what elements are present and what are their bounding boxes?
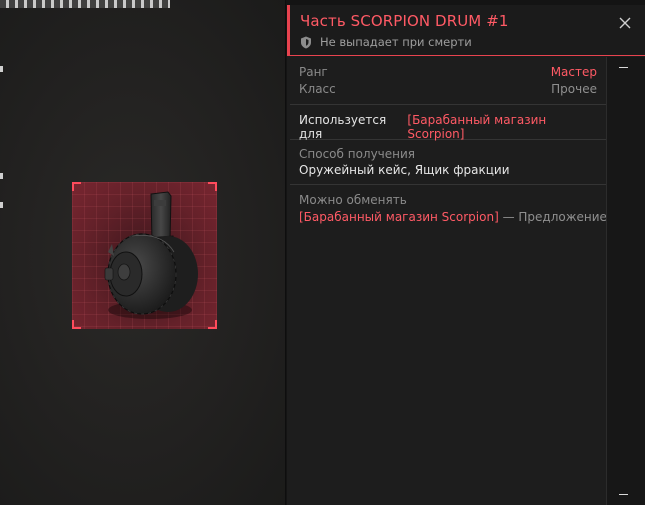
edge-tick — [0, 173, 3, 179]
death-drop-note: Не выпадает при смерти — [300, 35, 472, 49]
close-icon[interactable] — [617, 15, 633, 31]
stats-section: Ранг Мастер Класс Прочее — [290, 57, 606, 105]
exchange-section: Можно обменять [Барабанный магазин Scorp… — [290, 185, 628, 225]
used-for-link[interactable]: [Барабанный магазин Scorpion] — [407, 113, 597, 141]
death-drop-text: Не выпадает при смерти — [320, 35, 472, 49]
edge-tick — [0, 66, 3, 72]
obtain-label: Способ получения — [299, 147, 416, 161]
class-label: Класс — [299, 82, 336, 96]
item-preview-pane — [0, 0, 286, 505]
scroll-top-marker — [619, 67, 628, 68]
exchange-line: [Барабанный магазин Scorpion] — Предложе… — [299, 209, 628, 225]
item-title: Часть SCORPION DRUM #1 — [300, 12, 509, 30]
rank-value: Мастер — [550, 65, 597, 79]
used-for-label: Используется для — [299, 113, 387, 141]
background-text-strip — [0, 0, 170, 8]
slot-corner — [72, 320, 81, 329]
slot-corner — [208, 182, 217, 191]
obtain-value: Оружейный кейс, Ящик фракции — [299, 163, 510, 177]
class-row: Класс Прочее — [299, 81, 597, 98]
edge-tick — [0, 202, 3, 208]
item-header: Часть SCORPION DRUM #1 Не выпадает при с… — [287, 5, 645, 56]
used-for-row: Используется для [Барабанный магазин Sco… — [299, 113, 597, 141]
shield-icon — [301, 36, 311, 48]
exchange-label: Можно обменять — [299, 193, 407, 207]
rank-row: Ранг Мастер — [299, 64, 597, 81]
obtain-section: Способ получения Оружейный кейс, Ящик фр… — [290, 140, 606, 185]
scroll-bottom-marker — [619, 494, 628, 495]
scrollbar[interactable] — [606, 57, 645, 505]
slot-corner — [72, 182, 81, 191]
item-details-panel: Часть SCORPION DRUM #1 Не выпадает при с… — [287, 5, 645, 505]
details-body: Ранг Мастер Класс Прочее Используется дл… — [290, 57, 628, 505]
slot-corner — [208, 320, 217, 329]
class-value: Прочее — [551, 82, 597, 96]
rank-label: Ранг — [299, 65, 328, 79]
exchange-link[interactable]: [Барабанный магазин Scorpion] — [299, 210, 499, 224]
used-for-section: Используется для [Барабанный магазин Sco… — [290, 105, 606, 141]
drum-magazine-image — [104, 191, 198, 319]
item-slot[interactable] — [72, 182, 217, 329]
